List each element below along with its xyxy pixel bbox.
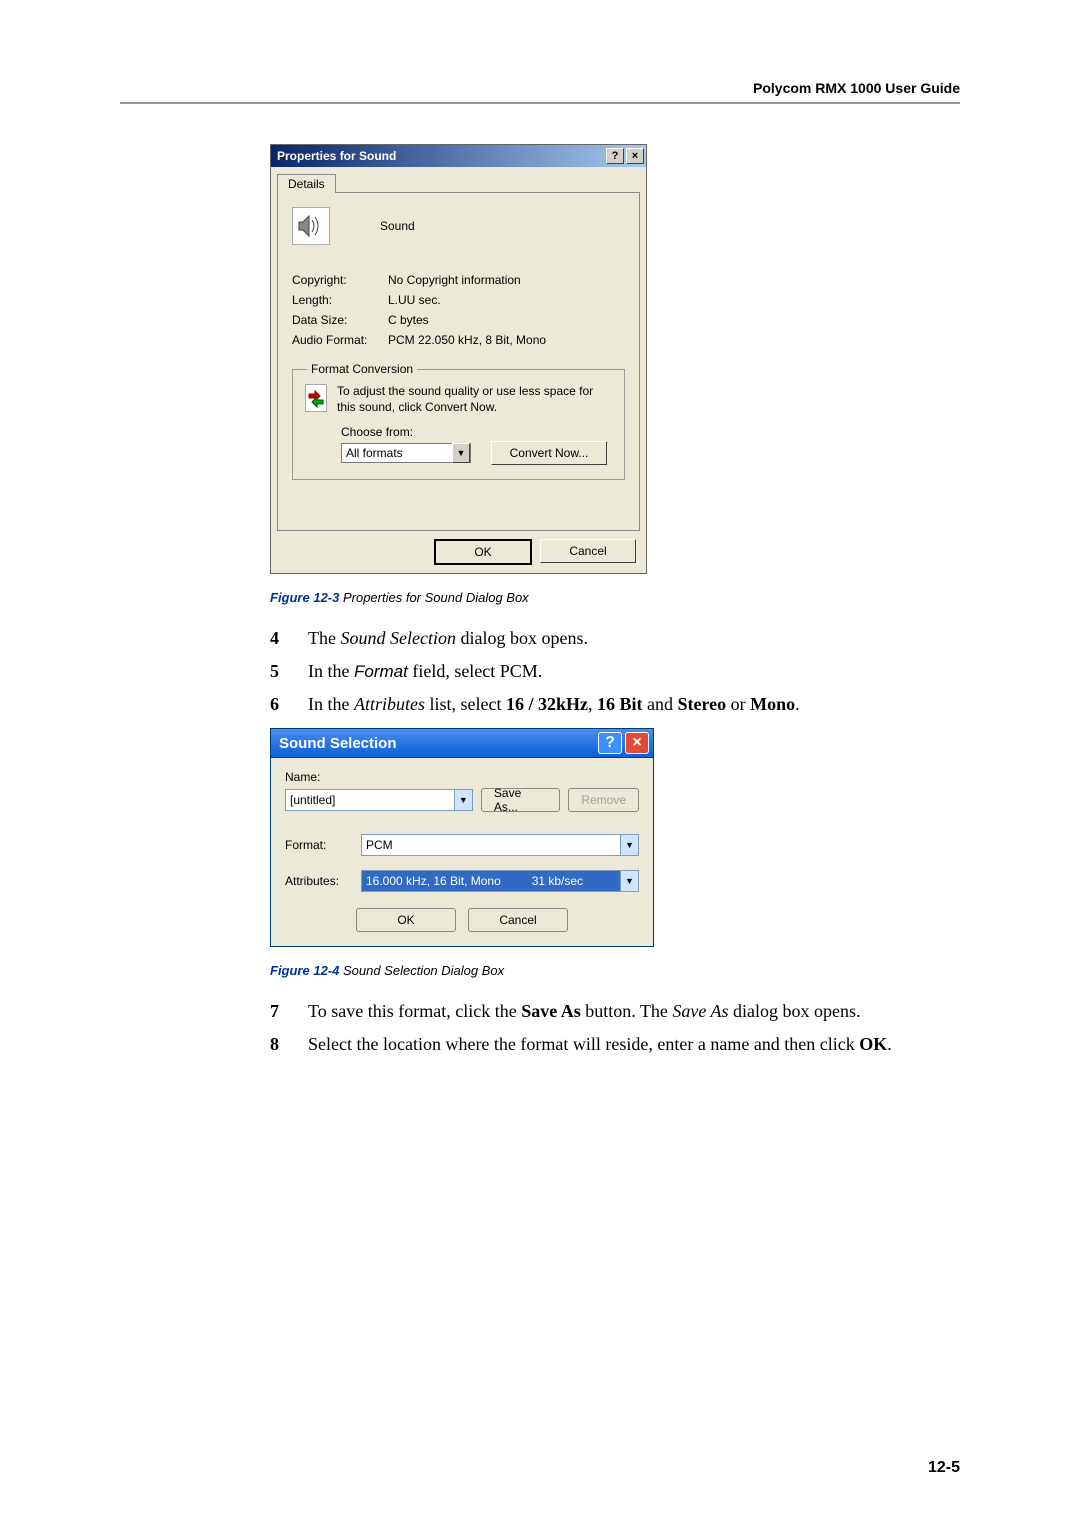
chevron-down-icon: ▼ <box>620 871 638 891</box>
ok-button[interactable]: OK <box>356 908 456 932</box>
properties-for-sound-dialog: Properties for Sound ? × Details <box>270 144 647 574</box>
data-size-label: Data Size: <box>292 313 388 327</box>
choose-from-label: Choose from: <box>341 425 612 439</box>
audio-format-label: Audio Format: <box>292 333 388 347</box>
tab-details[interactable]: Details <box>277 174 336 193</box>
dialog-titlebar: Sound Selection ? × <box>271 729 653 758</box>
attributes-value: 16.000 kHz, 16 Bit, Mono <box>366 874 501 888</box>
name-value: [untitled] <box>290 793 335 807</box>
attributes-label: Attributes: <box>285 874 353 888</box>
length-label: Length: <box>292 293 388 307</box>
page-number: 12-5 <box>928 1459 960 1477</box>
figure-caption-2: Figure 12-4 Sound Selection Dialog Box <box>270 963 960 978</box>
format-label: Format: <box>285 838 353 852</box>
help-icon[interactable]: ? <box>598 732 622 754</box>
chevron-down-icon: ▼ <box>620 835 638 855</box>
chevron-down-icon: ▼ <box>454 790 472 810</box>
name-select[interactable]: [untitled] ▼ <box>285 789 473 811</box>
dialog-title: Properties for Sound <box>277 149 396 163</box>
format-select[interactable]: PCM ▼ <box>361 834 639 856</box>
copyright-value: No Copyright information <box>388 273 521 287</box>
step-8: 8 Select the location where the format w… <box>270 1031 960 1058</box>
remove-button[interactable]: Remove <box>568 788 639 812</box>
save-as-button[interactable]: Save As... <box>481 788 560 812</box>
step-4: 4 The Sound Selection dialog box opens. <box>270 625 960 652</box>
convert-now-button[interactable]: Convert Now... <box>491 441 607 465</box>
choose-from-value: All formats <box>346 446 403 460</box>
name-label: Name: <box>285 770 639 784</box>
step-7: 7 To save this format, click the Save As… <box>270 998 960 1025</box>
chevron-down-icon: ▼ <box>452 443 470 463</box>
format-conversion-group: Format Conversion To adjust the sound qu… <box>292 369 625 480</box>
sound-label: Sound <box>380 219 415 233</box>
speaker-icon <box>292 207 330 245</box>
dialog-titlebar: Properties for Sound ? × <box>271 145 646 167</box>
header-rule <box>120 102 960 104</box>
page-header: Polycom RMX 1000 User Guide <box>120 80 960 96</box>
help-icon[interactable]: ? <box>606 148 624 164</box>
tab-content: Sound Copyright: No Copyright informatio… <box>277 192 640 531</box>
conversion-text: To adjust the sound quality or use less … <box>337 384 612 415</box>
length-value: L.UU sec. <box>388 293 441 307</box>
audio-format-value: PCM 22.050 kHz, 8 Bit, Mono <box>388 333 546 347</box>
cancel-button[interactable]: Cancel <box>468 908 568 932</box>
step-5: 5 In the Format field, select PCM. <box>270 658 960 685</box>
document-page: Polycom RMX 1000 User Guide Properties f… <box>0 0 1080 1527</box>
attributes-select[interactable]: 16.000 kHz, 16 Bit, Mono 31 kb/sec ▼ <box>361 870 639 892</box>
choose-from-select[interactable]: All formats ▼ <box>341 443 471 463</box>
format-conversion-legend: Format Conversion <box>307 362 417 376</box>
close-icon[interactable]: × <box>625 732 649 754</box>
close-icon[interactable]: × <box>626 148 644 164</box>
cancel-button[interactable]: Cancel <box>540 539 636 563</box>
format-value: PCM <box>366 838 393 852</box>
data-size-value: C bytes <box>388 313 429 327</box>
convert-icon <box>305 384 327 412</box>
copyright-label: Copyright: <box>292 273 388 287</box>
attributes-rate: 31 kb/sec <box>532 874 583 888</box>
ok-button[interactable]: OK <box>434 539 532 565</box>
sound-selection-dialog: Sound Selection ? × Name: [untitled] ▼ S… <box>270 728 654 947</box>
figure-caption-1: Figure 12-3 Properties for Sound Dialog … <box>270 590 960 605</box>
step-6: 6 In the Attributes list, select 16 / 32… <box>270 691 960 718</box>
dialog-title: Sound Selection <box>279 735 397 752</box>
